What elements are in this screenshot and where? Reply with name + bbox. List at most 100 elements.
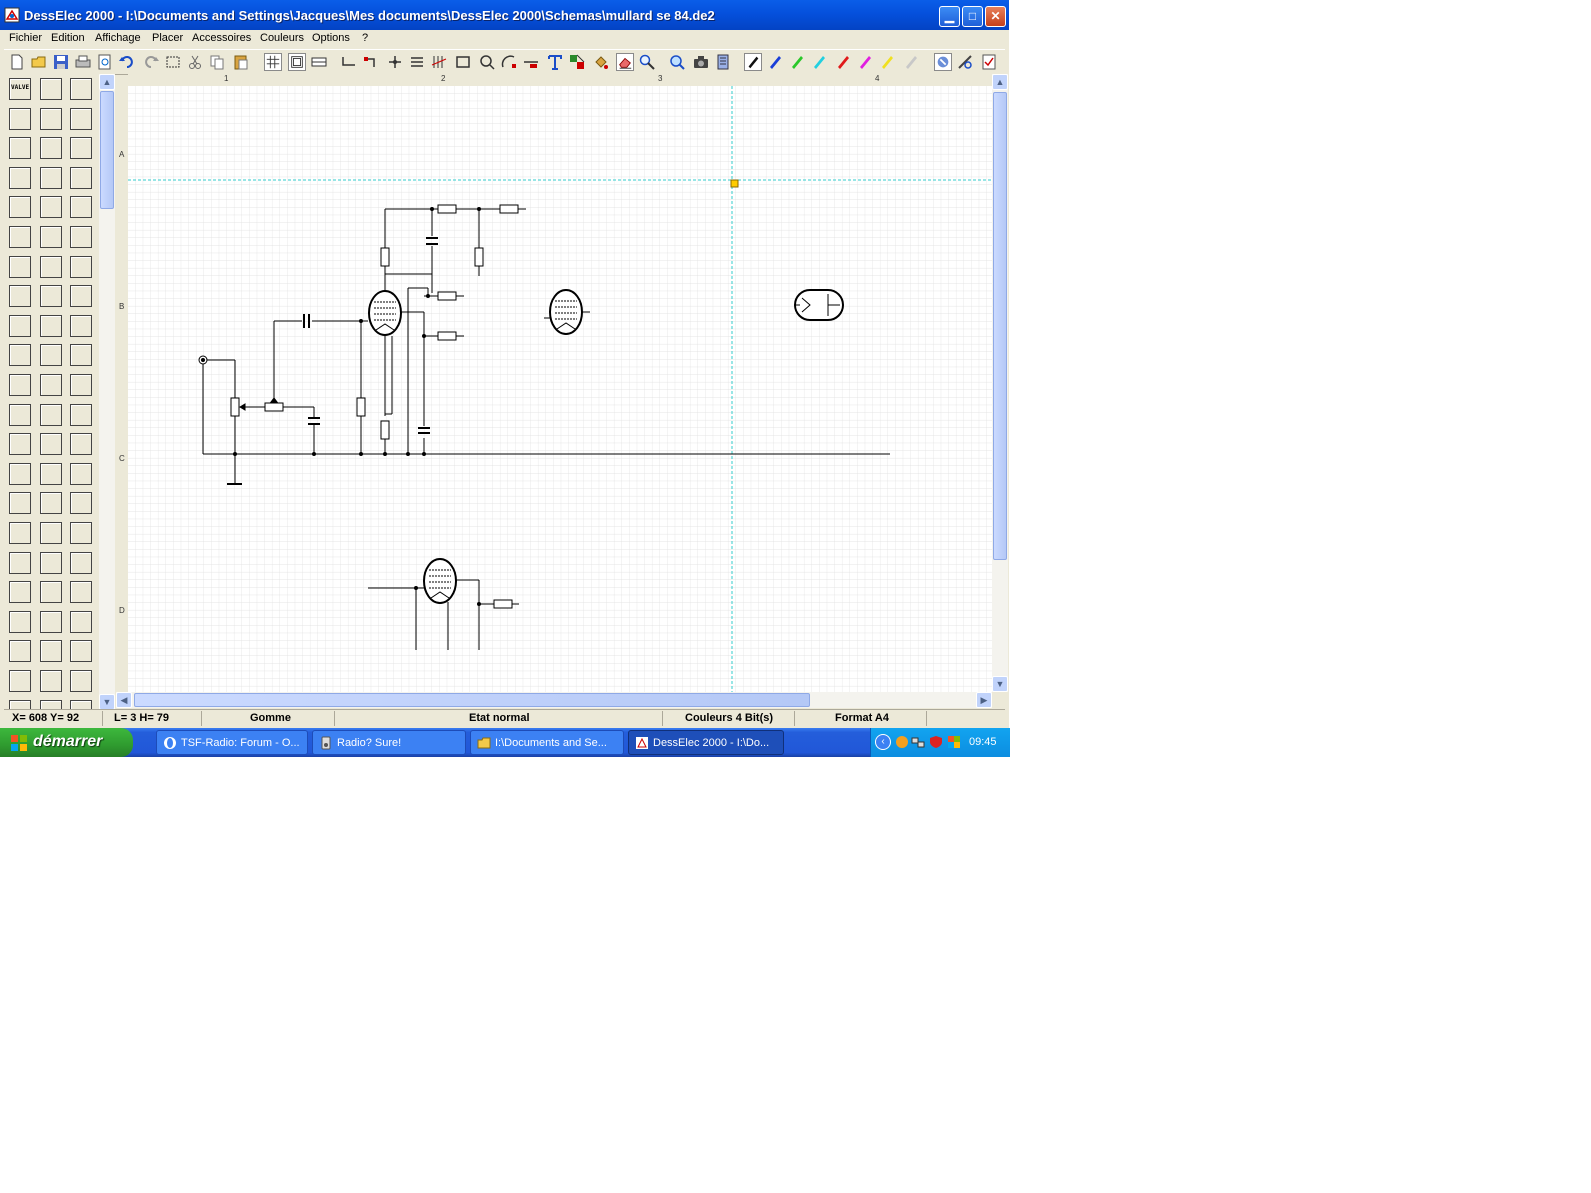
palette-slot[interactable] xyxy=(9,581,31,604)
pen-cyan-icon[interactable] xyxy=(810,53,828,71)
title-bar[interactable]: DessElec 2000 - I:\Documents and Setting… xyxy=(0,0,1009,30)
palette-slot[interactable] xyxy=(70,551,92,574)
palette-slot[interactable] xyxy=(40,433,62,456)
tray-expand-icon[interactable]: ‹ xyxy=(875,734,891,750)
settings-tools-icon[interactable] xyxy=(956,53,974,71)
palette-slot[interactable] xyxy=(70,610,92,633)
save-icon[interactable] xyxy=(52,53,70,71)
palette-slot[interactable] xyxy=(40,226,62,248)
palette-slot[interactable] xyxy=(9,255,31,278)
task-explorer[interactable]: I:\Documents and Se... xyxy=(470,730,624,755)
task-opera[interactable]: TSF-Radio: Forum - O... xyxy=(156,730,308,755)
valve-v1[interactable] xyxy=(368,290,402,336)
palette-slot[interactable] xyxy=(70,226,92,248)
component-tool-icon[interactable] xyxy=(568,53,586,71)
maximize-button[interactable]: □ xyxy=(962,6,983,27)
menu-placer[interactable]: Placer xyxy=(152,32,183,44)
multi-wire-icon[interactable] xyxy=(430,53,448,71)
copy-icon[interactable] xyxy=(208,53,226,71)
selection-handle[interactable] xyxy=(730,179,739,188)
palette-scroll-thumb[interactable] xyxy=(100,91,114,209)
pen-black-icon[interactable] xyxy=(744,53,762,71)
palette-slot[interactable] xyxy=(40,196,62,219)
schematic-canvas[interactable] xyxy=(128,86,992,692)
palette-slot[interactable] xyxy=(40,581,62,604)
undo-icon[interactable] xyxy=(118,53,136,71)
eraser-icon[interactable] xyxy=(616,53,634,71)
palette-slot[interactable] xyxy=(70,107,92,130)
pen-blue-icon[interactable] xyxy=(766,53,784,71)
horizontal-scroll-thumb[interactable] xyxy=(134,693,810,707)
wire-angle-icon[interactable] xyxy=(362,53,380,71)
palette-scroll-down-icon[interactable]: ▼ xyxy=(99,694,115,710)
grid-toggle-icon[interactable] xyxy=(264,53,282,71)
camera-icon[interactable] xyxy=(692,53,710,71)
palette-slot[interactable] xyxy=(9,107,31,130)
rectifier-diode[interactable] xyxy=(794,289,844,321)
palette-scrollbar[interactable]: ▲ ▼ xyxy=(99,74,115,710)
open-folder-icon[interactable] xyxy=(30,53,48,71)
hand-pointer-icon[interactable] xyxy=(934,53,952,71)
tray-flag-icon[interactable] xyxy=(947,735,961,749)
library-icon[interactable] xyxy=(714,53,732,71)
resistor-decoupling[interactable] xyxy=(474,247,484,267)
resistor-output[interactable] xyxy=(437,331,457,341)
palette-slot[interactable] xyxy=(70,137,92,160)
vertical-scroll-thumb[interactable] xyxy=(993,92,1007,560)
wire-tool-icon[interactable] xyxy=(340,53,358,71)
valve-v3[interactable] xyxy=(423,558,457,604)
menu-help[interactable]: ? xyxy=(362,32,368,44)
palette-slot[interactable] xyxy=(70,670,92,692)
palette-slot[interactable] xyxy=(70,433,92,456)
pen-green-icon[interactable] xyxy=(788,53,806,71)
palette-slot[interactable] xyxy=(40,344,62,367)
scroll-right-icon[interactable]: ▶ xyxy=(976,692,992,708)
palette-slot[interactable] xyxy=(40,374,62,396)
palette-slot[interactable] xyxy=(70,78,92,100)
redo-icon[interactable] xyxy=(142,53,160,71)
scroll-up-icon[interactable]: ▲ xyxy=(992,74,1008,90)
palette-slot[interactable] xyxy=(40,137,62,160)
palette-slot[interactable] xyxy=(9,314,31,337)
tray-network-icon[interactable] xyxy=(911,735,925,749)
menu-options[interactable]: Options xyxy=(312,32,350,44)
palette-slot[interactable] xyxy=(40,314,62,337)
palette-slot[interactable] xyxy=(70,255,92,278)
palette-slot[interactable] xyxy=(70,196,92,219)
task-radio[interactable]: Radio? Sure! xyxy=(312,730,466,755)
junction-icon[interactable] xyxy=(386,53,404,71)
menu-edition[interactable]: Edition xyxy=(51,32,85,44)
resistor-screen[interactable] xyxy=(437,291,457,301)
palette-slot[interactable] xyxy=(9,403,31,426)
arc-tool-icon[interactable] xyxy=(500,53,518,71)
resistor-lower[interactable] xyxy=(493,599,513,609)
palette-scroll-up-icon[interactable]: ▲ xyxy=(99,74,115,90)
palette-slot[interactable] xyxy=(70,492,92,515)
palette-slot[interactable] xyxy=(9,344,31,367)
palette-slot[interactable] xyxy=(40,78,62,100)
palette-slot[interactable] xyxy=(70,314,92,337)
resistor-grid-leak[interactable] xyxy=(356,397,366,417)
palette-slot[interactable] xyxy=(40,522,62,544)
palette-slot[interactable] xyxy=(9,551,31,574)
palette-slot[interactable] xyxy=(70,166,92,189)
menu-couleurs[interactable]: Couleurs xyxy=(260,32,304,44)
palette-slot[interactable] xyxy=(40,166,62,189)
resistor-grid[interactable] xyxy=(264,402,284,412)
tray-messenger-icon[interactable] xyxy=(895,735,909,749)
rectangle-tool-icon[interactable] xyxy=(454,53,472,71)
minimize-button[interactable]: ▁ xyxy=(939,6,960,27)
zoom-icon[interactable] xyxy=(638,53,656,71)
palette-slot[interactable] xyxy=(9,522,31,544)
menu-affichage[interactable]: Affichage xyxy=(95,32,141,44)
pen-grey-icon[interactable] xyxy=(902,53,920,71)
resistor-supply-1[interactable] xyxy=(437,204,457,214)
resistor-cathode[interactable] xyxy=(380,420,390,440)
close-button[interactable]: ✕ xyxy=(985,6,1006,27)
palette-slot[interactable] xyxy=(40,285,62,308)
resistor-anode[interactable] xyxy=(380,247,390,267)
pen-red-icon[interactable] xyxy=(834,53,852,71)
frame-toggle-icon[interactable] xyxy=(288,53,306,71)
bus-icon[interactable] xyxy=(408,53,426,71)
print-preview-icon[interactable] xyxy=(96,53,114,71)
